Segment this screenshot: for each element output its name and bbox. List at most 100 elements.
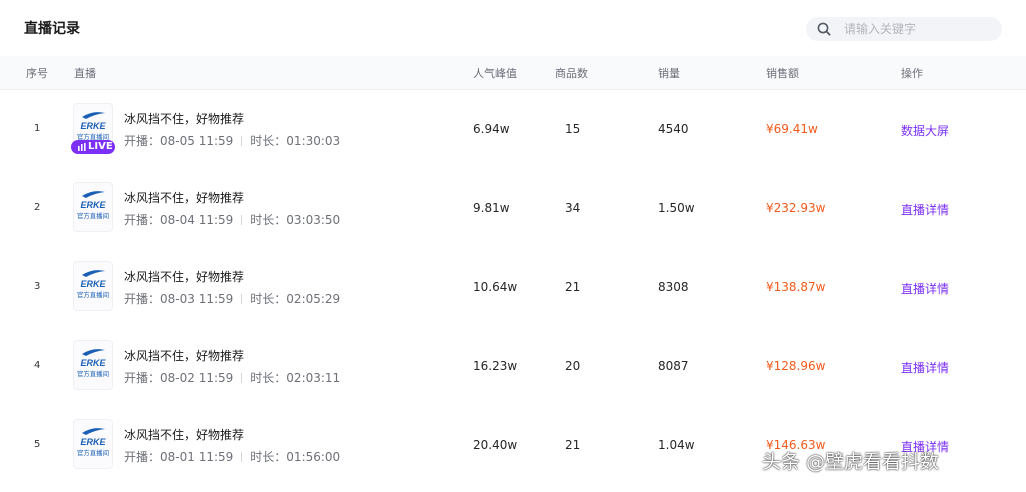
search-input[interactable]: [844, 20, 994, 38]
erke-logo-icon: ERKE官方直播间: [77, 191, 109, 220]
stream-thumbnail[interactable]: ERKE 官方直播间: [73, 340, 113, 390]
stream-meta: 开播：08-03 11:59 时长：02:05:29: [124, 290, 340, 307]
column-header-stream: 直播: [74, 67, 96, 80]
stream-thumbnail[interactable]: ERKE 官方直播间: [73, 419, 113, 469]
start-label: 开播：: [124, 292, 161, 306]
svg-text:官方直播间: 官方直播间: [77, 369, 109, 378]
peak-value: 6.94w: [473, 122, 510, 136]
stream-title[interactable]: 冰风挡不住，好物推荐: [124, 189, 244, 206]
stream-title[interactable]: 冰风挡不住，好物推荐: [124, 347, 244, 364]
column-header-products: 商品数: [555, 67, 588, 80]
duration-label: 时长：: [250, 450, 287, 464]
table-header: 序号 直播 人气峰值 商品数 销量 销售额 操作: [0, 56, 1026, 90]
products-count: 20: [565, 359, 581, 373]
peak-value: 9.81w: [473, 201, 510, 215]
products-count: 15: [565, 122, 581, 136]
stream-title[interactable]: 冰风挡不住，好物推荐: [124, 110, 244, 127]
stream-title[interactable]: 冰风挡不住，好物推荐: [124, 426, 244, 443]
start-time: 08-03 11:59: [160, 292, 234, 306]
stream-meta: 开播：08-02 11:59 时长：02:03:11: [124, 369, 340, 386]
start-time: 08-01 11:59: [160, 450, 234, 464]
start-time: 08-02 11:59: [160, 371, 234, 385]
erke-logo-icon: ERKE官方直播间: [77, 270, 109, 299]
live-signal-icon: [78, 143, 86, 151]
start-label: 开播：: [124, 134, 161, 148]
table-row: 2 ERKE 官方直播间 冰风挡不住，好物推荐 开播：08-04 11:59 时长：03:…: [0, 169, 1026, 248]
meta-divider: [241, 452, 243, 462]
column-header-sales-amount: 销售额: [766, 67, 799, 80]
meta-divider: [241, 215, 243, 225]
start-time: 08-05 11:59: [160, 134, 234, 148]
stream-meta: 开播：08-01 11:59 时长：01:56:00: [124, 448, 340, 465]
column-header-sales-volume: 销量: [658, 67, 680, 80]
table-row: 4 ERKE 官方直播间 冰风挡不住，好物推荐 开播：08-02 11:59 时长：02:…: [0, 327, 1026, 406]
stream-detail-link[interactable]: 直播详情: [901, 280, 949, 297]
stream-meta: 开播：08-04 11:59 时长：03:03:50: [124, 211, 340, 228]
page-title: 直播记录: [24, 21, 80, 37]
meta-divider: [241, 136, 243, 146]
row-index: 1: [34, 123, 41, 134]
erke-logo-icon: ERKE官方直播间: [77, 349, 109, 378]
products-count: 34: [565, 201, 581, 215]
duration-value: 01:56:00: [286, 450, 341, 464]
row-index: 5: [34, 439, 41, 450]
peak-value: 20.40w: [473, 438, 518, 452]
sales-volume: 8087: [658, 359, 689, 373]
row-index: 2: [34, 202, 41, 213]
svg-text:官方直播间: 官方直播间: [77, 448, 109, 457]
sales-amount: ¥138.87w: [766, 280, 826, 294]
svg-text:ERKE: ERKE: [80, 121, 106, 131]
svg-text:ERKE: ERKE: [80, 200, 106, 210]
sales-amount: ¥128.96w: [766, 359, 826, 373]
meta-divider: [241, 373, 243, 383]
sales-amount: ¥69.41w: [766, 122, 818, 136]
watermark: 头条 @壁虎看看抖数: [762, 451, 940, 473]
svg-text:ERKE: ERKE: [80, 358, 106, 368]
column-header-peak: 人气峰值: [473, 67, 517, 80]
duration-value: 02:05:29: [286, 292, 341, 306]
svg-text:ERKE: ERKE: [80, 437, 106, 447]
search-icon: [817, 22, 831, 36]
stream-title[interactable]: 冰风挡不住，好物推荐: [124, 268, 244, 285]
stream-detail-link[interactable]: 直播详情: [901, 359, 949, 376]
duration-value: 02:03:11: [286, 371, 341, 385]
data-screen-link[interactable]: 数据大屏: [901, 122, 949, 139]
stream-thumbnail[interactable]: ERKE 官方直播间: [73, 261, 113, 311]
duration-label: 时长：: [250, 371, 287, 385]
start-label: 开播：: [124, 450, 161, 464]
page-header: 直播记录: [0, 0, 1026, 56]
duration-label: 时长：: [250, 134, 287, 148]
stream-meta: 开播：08-05 11:59 时长：01:30:03: [124, 132, 340, 149]
products-count: 21: [565, 280, 581, 294]
duration-value: 03:03:50: [286, 213, 341, 227]
duration-label: 时长：: [250, 292, 287, 306]
sales-amount: ¥232.93w: [766, 201, 826, 215]
duration-label: 时长：: [250, 213, 287, 227]
live-badge: LIVE: [71, 140, 115, 154]
table-row: 1 ERKE 官方直播间 LIVE 冰风挡不住，好物推荐 开播：08-05 11:59 时长…: [0, 90, 1026, 169]
stream-thumbnail[interactable]: ERKE 官方直播间: [73, 182, 113, 232]
column-header-action: 操作: [901, 67, 923, 80]
sales-volume: 1.50w: [658, 201, 695, 215]
products-count: 21: [565, 438, 581, 452]
svg-text:ERKE: ERKE: [80, 279, 106, 289]
duration-value: 01:30:03: [286, 134, 341, 148]
live-label: LIVE: [88, 141, 113, 152]
row-index: 4: [34, 360, 41, 371]
column-header-index: 序号: [26, 67, 48, 80]
start-label: 开播：: [124, 213, 161, 227]
svg-text:官方直播间: 官方直播间: [77, 290, 109, 299]
sales-volume: 4540: [658, 122, 689, 136]
stream-detail-link[interactable]: 直播详情: [901, 201, 949, 218]
table-row: 3 ERKE 官方直播间 冰风挡不住，好物推荐 开播：08-03 11:59 时长：02:…: [0, 248, 1026, 327]
peak-value: 16.23w: [473, 359, 518, 373]
start-label: 开播：: [124, 371, 161, 385]
erke-logo-icon: ERKE官方直播间: [77, 428, 109, 457]
start-time: 08-04 11:59: [160, 213, 234, 227]
peak-value: 10.64w: [473, 280, 518, 294]
search-box[interactable]: [806, 17, 1002, 41]
sales-volume: 8308: [658, 280, 689, 294]
svg-text:官方直播间: 官方直播间: [77, 211, 109, 220]
row-index: 3: [34, 281, 41, 292]
sales-volume: 1.04w: [658, 438, 695, 452]
